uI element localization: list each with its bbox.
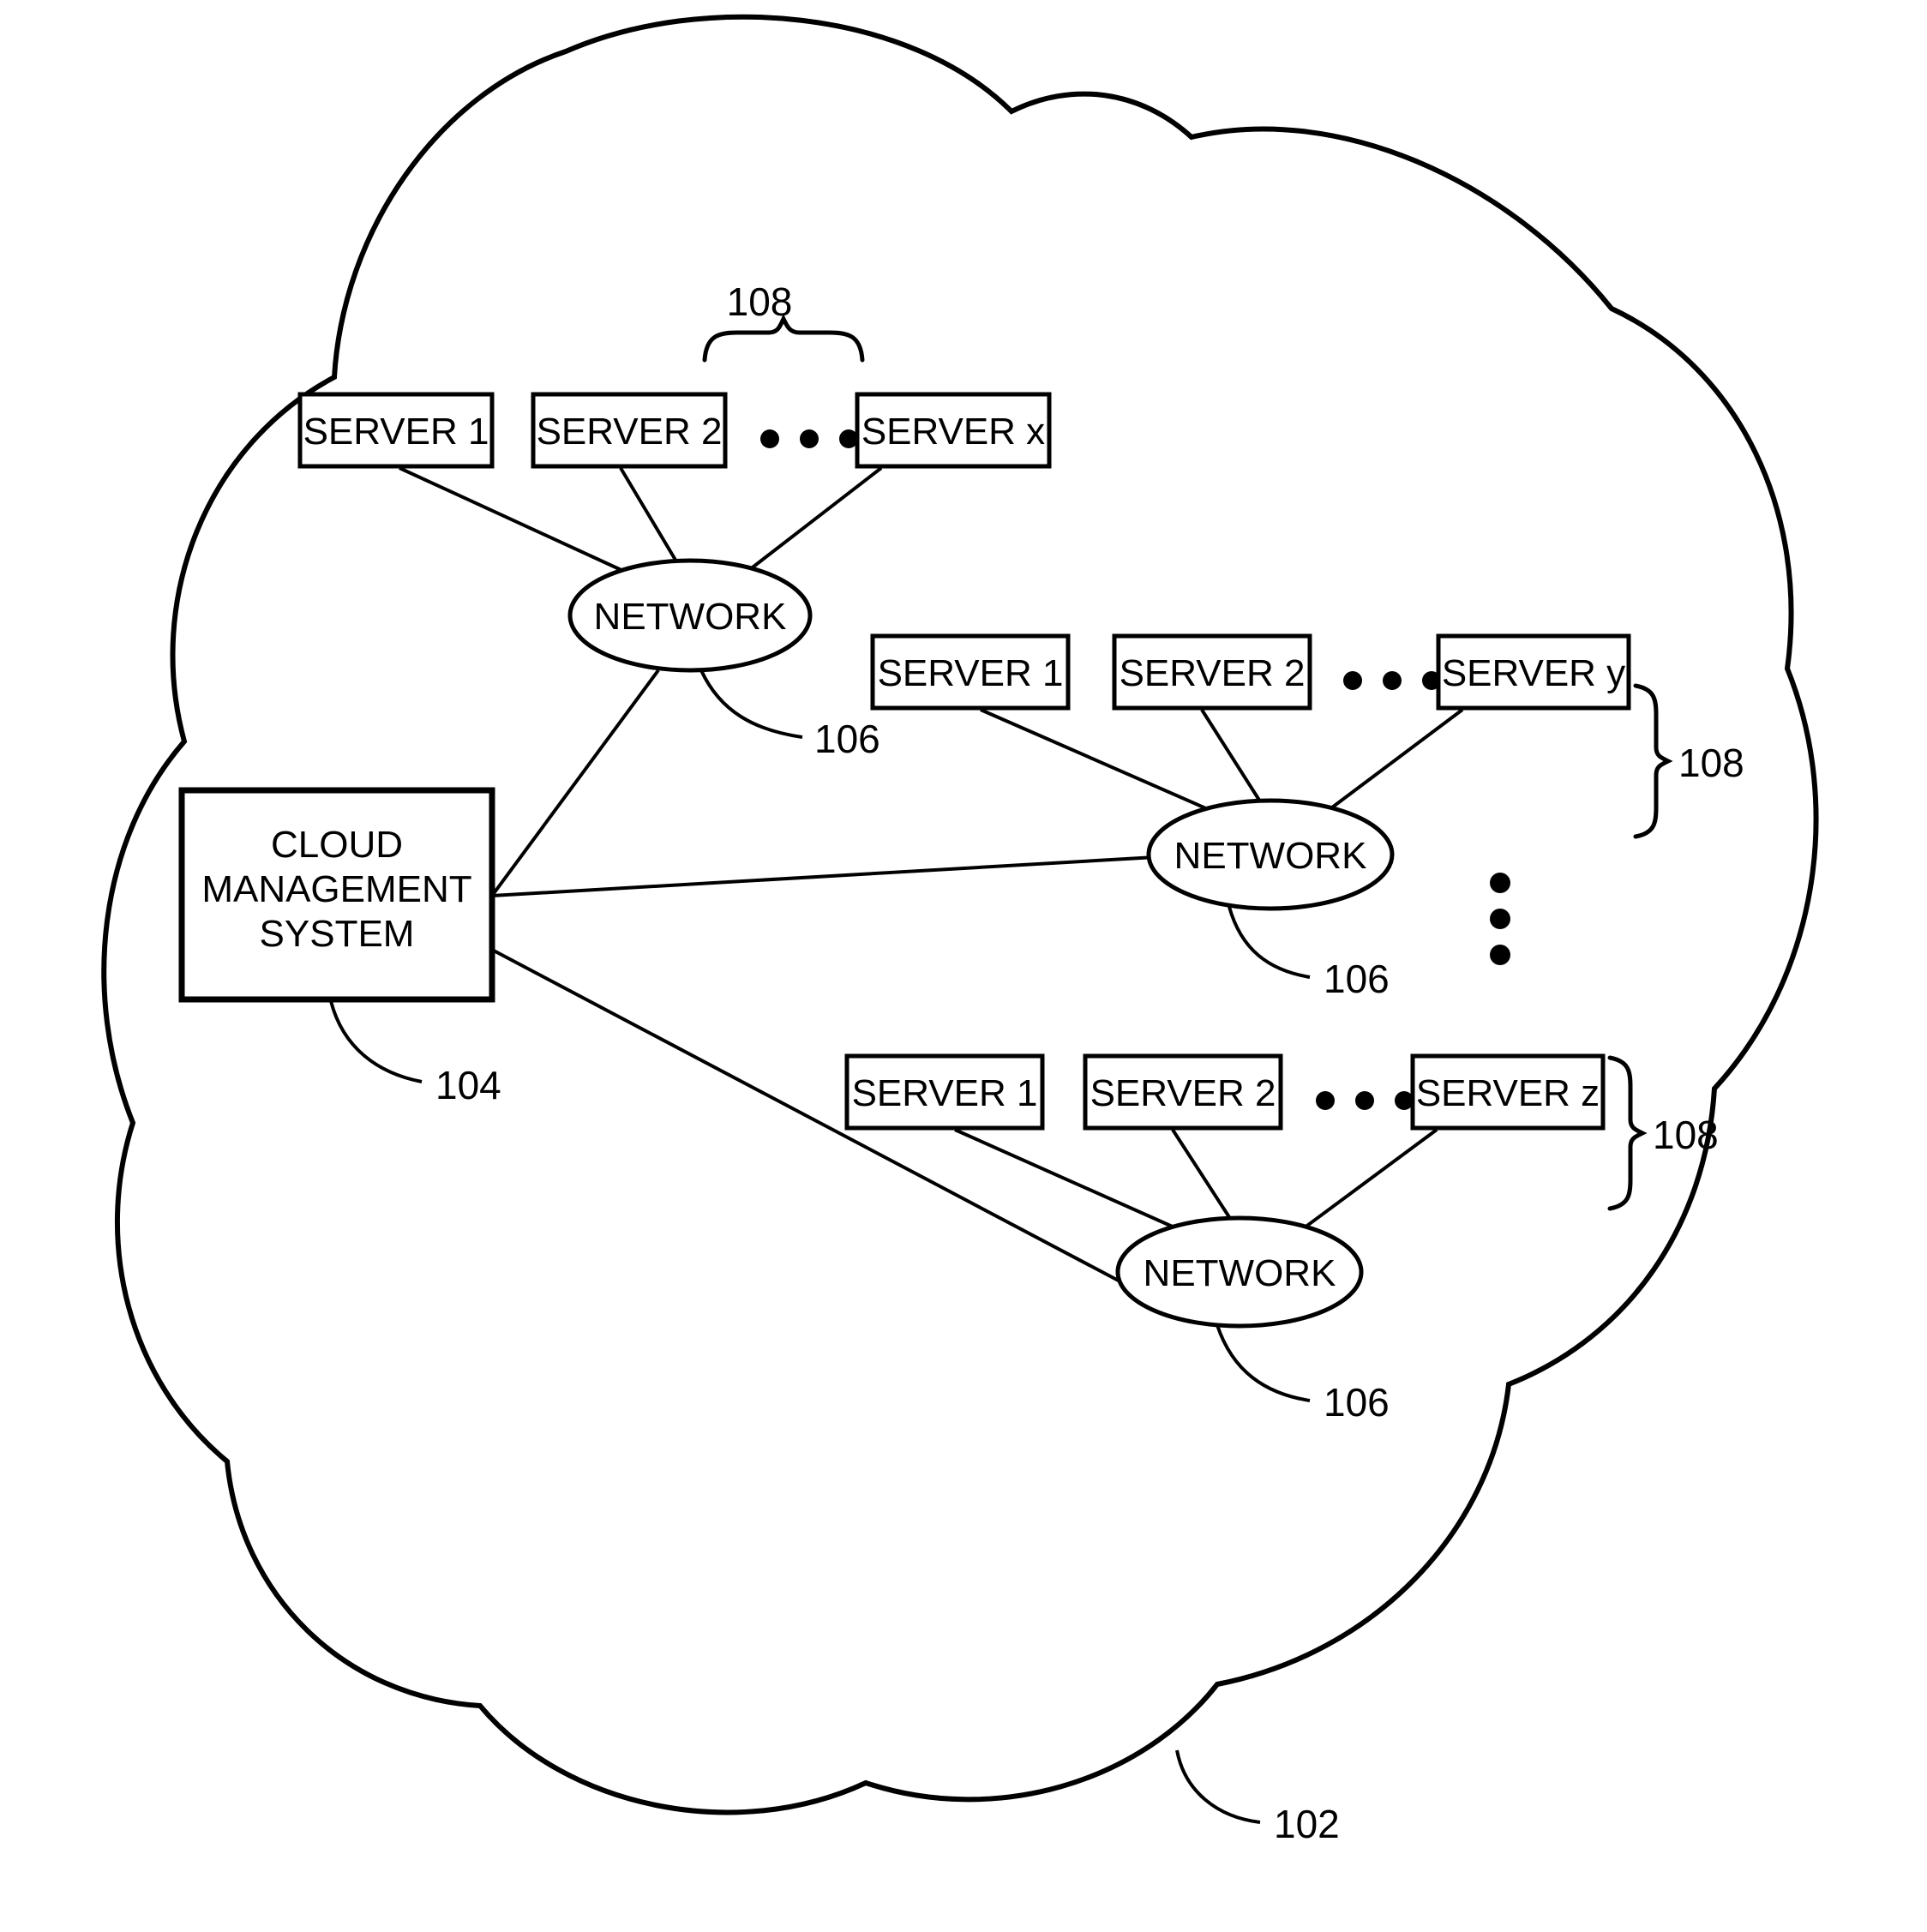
server-label-g2-s1: SERVER 1 [878,652,1064,694]
network-label-2: NETWORK [1174,835,1367,877]
server-group-1-reference-numeral: 108 [727,279,793,324]
vertical-ellipsis-dot-1 [1490,873,1510,893]
cms-label-line3: SYSTEM [260,913,415,955]
cms-label-line2: MANAGEMENT [201,868,471,910]
server-label-g2-sy: SERVER y [1442,652,1625,694]
cloud-reference-numeral: 102 [1274,1802,1340,1846]
cms-label-line1: CLOUD [271,824,403,866]
ellipsis-dot-g1-2 [800,429,819,448]
figure-canvas: 108 SERVER 1 SERVER 2 SERVER x NETWORK 1… [0,0,1927,1932]
network-1-reference-numeral: 106 [814,717,880,761]
network-label-3: NETWORK [1144,1252,1336,1294]
cms-reference-numeral: 104 [435,1063,501,1107]
ellipsis-dot-g3-2 [1355,1091,1374,1110]
server-label-g1-s1: SERVER 1 [303,411,489,453]
server-label-g3-sz: SERVER z [1416,1072,1600,1114]
server-group-3-reference-numeral: 108 [1653,1113,1719,1157]
server-group-2-reference-numeral: 108 [1678,741,1744,785]
server-label-g3-s2: SERVER 2 [1090,1072,1276,1114]
ellipsis-dot-g2-2 [1383,671,1402,690]
vertical-ellipsis-dot-2 [1490,909,1510,929]
ellipsis-dot-g3-1 [1316,1091,1335,1110]
ellipsis-dot-g2-1 [1343,671,1362,690]
network-2-reference-numeral: 106 [1324,957,1390,1001]
network-label-1: NETWORK [594,596,787,638]
server-label-g1-s2: SERVER 2 [537,411,723,453]
diagram-svg: 108 SERVER 1 SERVER 2 SERVER x NETWORK 1… [101,14,1819,1846]
leader-cloud [1175,1749,1261,1824]
server-label-g3-s1: SERVER 1 [852,1072,1038,1114]
vertical-ellipsis-dot-3 [1490,945,1510,965]
network-3-reference-numeral: 106 [1324,1380,1390,1425]
ellipsis-dot-g1-1 [760,429,779,448]
server-label-g1-sx: SERVER x [861,411,1045,453]
server-label-g2-s2: SERVER 2 [1120,652,1306,694]
